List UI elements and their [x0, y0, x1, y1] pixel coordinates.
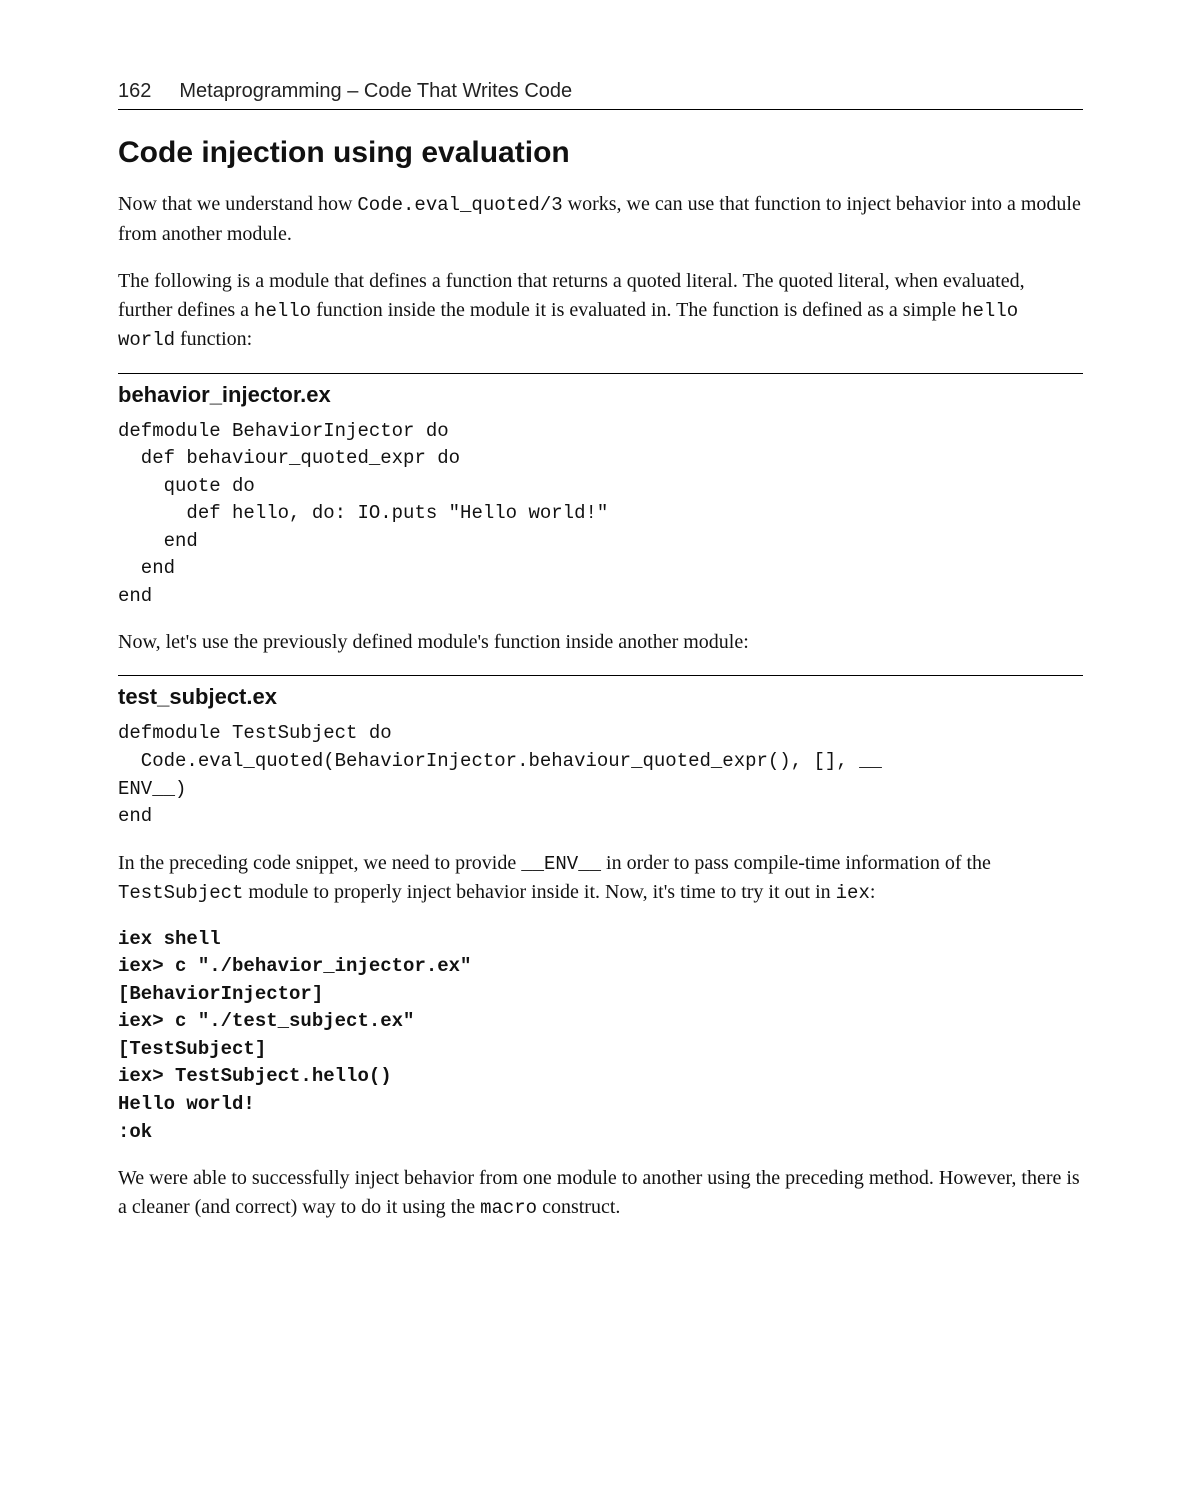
paragraph-5: We were able to successfully inject beha… — [118, 1164, 1083, 1223]
text: In the preceding code snippet, we need t… — [118, 852, 521, 874]
inline-code: hello — [254, 300, 311, 322]
inline-code: iex — [836, 882, 870, 904]
inline-code: TestSubject — [118, 882, 243, 904]
header-rule — [118, 109, 1083, 110]
text: in order to pass compile-time informatio… — [601, 852, 991, 874]
paragraph-1: Now that we understand how Code.eval_quo… — [118, 190, 1083, 249]
paragraph-2: The following is a module that defines a… — [118, 267, 1083, 355]
text: : — [870, 881, 876, 903]
inline-code: __ENV__ — [521, 853, 601, 875]
divider — [118, 373, 1083, 374]
code-block-2: defmodule TestSubject do Code.eval_quote… — [118, 720, 1083, 830]
inline-code: Code.eval_quoted/3 — [357, 194, 562, 216]
code-block-1: defmodule BehaviorInjector do def behavi… — [118, 418, 1083, 611]
file-heading-1: behavior_injector.ex — [118, 382, 1083, 408]
file-heading-2: test_subject.ex — [118, 684, 1083, 710]
divider — [118, 675, 1083, 676]
text: function inside the module it is evaluat… — [311, 299, 961, 321]
text: module to properly inject behavior insid… — [243, 881, 835, 903]
inline-code: macro — [480, 1197, 537, 1219]
section-title: Code injection using evaluation — [118, 136, 1083, 170]
page: 162 Metaprogramming – Code That Writes C… — [0, 0, 1203, 1500]
paragraph-3: Now, let's use the previously defined mo… — [118, 628, 1083, 657]
text: construct. — [537, 1196, 620, 1218]
paragraph-4: In the preceding code snippet, we need t… — [118, 849, 1083, 908]
page-header: 162 Metaprogramming – Code That Writes C… — [118, 80, 1083, 103]
text: Now that we understand how — [118, 193, 357, 215]
chapter-title: Metaprogramming – Code That Writes Code — [179, 80, 572, 103]
code-block-3: iex shell iex> c "./behavior_injector.ex… — [118, 926, 1083, 1146]
page-number: 162 — [118, 80, 151, 103]
text: function: — [175, 328, 252, 350]
